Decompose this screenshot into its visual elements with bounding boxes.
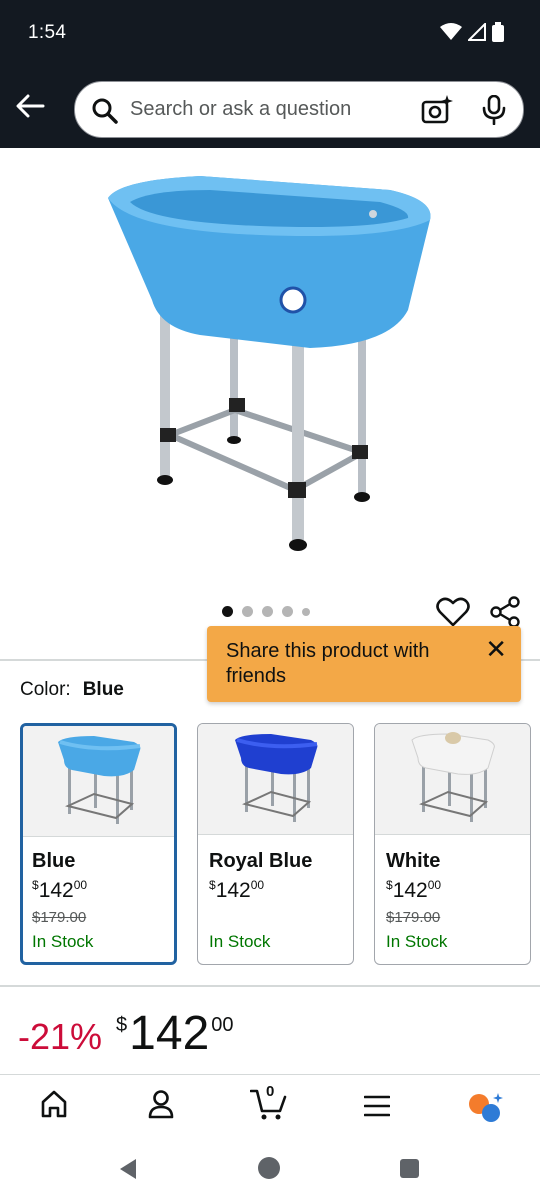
camera-search-icon[interactable] [421,95,453,125]
search-header: Search or ask a question [0,66,540,148]
color-option-white[interactable]: White $14200 $179.00 In Stock [374,723,531,965]
heart-icon[interactable] [436,596,470,628]
carousel-dot[interactable] [242,606,253,617]
bottom-nav: 0 [0,1074,540,1136]
close-icon[interactable]: ✕ [485,636,507,662]
color-option-royal-blue[interactable]: Royal Blue $14200 In Stock [197,723,354,965]
price-block: -21% $ 142 00 [18,1008,234,1060]
option-name: Blue [32,850,76,872]
price-currency: $ [116,1014,128,1036]
microphone-icon[interactable] [481,95,507,125]
home-icon[interactable] [40,1089,68,1119]
status-bar: 1:54 [0,0,540,66]
search-bar[interactable]: Search or ask a question [74,81,524,138]
option-name: White [386,850,441,872]
option-availability: In Stock [32,932,94,951]
image-carousel-dots[interactable] [222,606,310,617]
battery-icon [492,22,504,42]
status-icons [440,22,504,42]
search-icon [92,98,118,124]
back-button[interactable] [12,88,48,124]
tub-thumbnail-image [234,733,317,822]
rufus-assistant-icon[interactable] [467,1091,503,1123]
system-recents-icon[interactable] [400,1159,419,1178]
carousel-dot[interactable] [282,606,293,617]
divider [0,985,540,987]
option-list-price: $179.00 [386,909,441,926]
signal-icon [468,23,486,41]
system-navigation-bar [0,1136,540,1200]
price-whole: 142 [129,1007,210,1060]
cart-button[interactable]: 0 [249,1083,288,1126]
carousel-dot[interactable] [262,606,273,617]
option-price: $14200 [209,878,265,902]
wifi-icon [440,23,462,40]
tub-thumbnail-image [57,735,140,824]
swatch-thumbnail [198,724,353,835]
status-time: 1:54 [28,22,67,43]
search-input[interactable]: Search or ask a question [130,98,351,121]
menu-icon[interactable] [364,1095,390,1117]
option-price: $14200 [32,878,88,902]
option-availability: In Stock [386,932,448,951]
carousel-dot[interactable] [222,606,233,617]
option-price: $14200 [386,878,442,902]
account-icon[interactable] [147,1089,175,1119]
selected-color: Blue [82,679,124,700]
share-tooltip: Share this product with friends ✕ [207,626,521,702]
option-name: Royal Blue [209,850,313,872]
swatch-thumbnail [23,726,174,837]
system-back-icon[interactable] [118,1158,138,1180]
color-selector-label: Color: Blue [20,679,124,701]
price-fraction: 00 [211,1014,234,1036]
swatch-thumbnail [375,724,530,835]
carousel-dot[interactable] [302,607,310,616]
tub-thumbnail-image [410,731,495,822]
color-label: Color: [20,679,71,700]
option-list-price: $179.00 [32,909,87,926]
cart-count: 0 [266,1083,275,1100]
back-arrow-icon [16,94,45,118]
discount-percent: -21% [18,1016,103,1057]
share-icon[interactable] [488,596,522,628]
tooltip-text: Share this product with friends [226,640,430,687]
option-availability: In Stock [209,932,271,951]
product-image[interactable] [90,160,450,560]
system-home-icon[interactable] [258,1157,280,1179]
color-option-blue[interactable]: Blue $14200 $179.00 In Stock [20,723,177,965]
